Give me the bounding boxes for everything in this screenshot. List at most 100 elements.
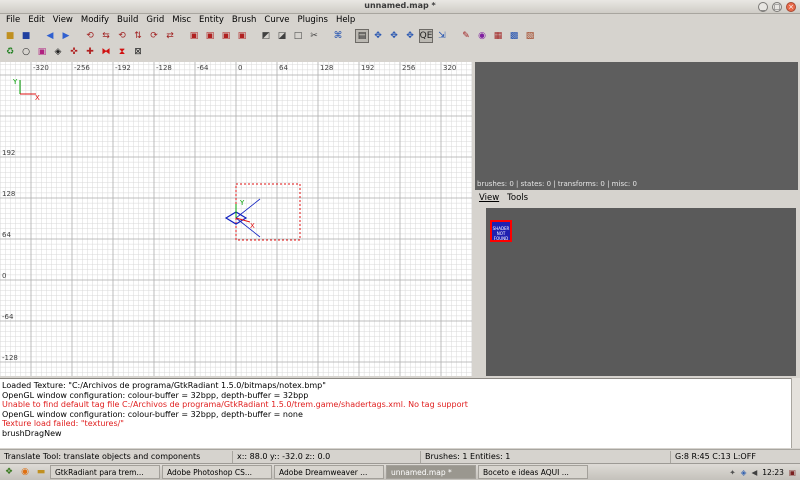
show-desktop-icon[interactable]: ▣ bbox=[789, 468, 796, 477]
flip-x-icon[interactable]: ⇆ bbox=[99, 29, 113, 43]
menu-brush[interactable]: Brush bbox=[228, 14, 261, 28]
clipper-icon[interactable]: ✂ bbox=[307, 29, 321, 43]
flip-z-icon[interactable]: ⇄ bbox=[163, 29, 177, 43]
scale-icon[interactable]: ⇲ bbox=[435, 29, 449, 43]
console-line: OpenGL window configuration: colour-buff… bbox=[2, 390, 309, 400]
network-icon[interactable]: ◈ bbox=[741, 468, 747, 477]
texture-panel-margin bbox=[475, 208, 486, 376]
drag-vertices-icon[interactable]: ✥ bbox=[371, 29, 385, 43]
camera-status-text: brushes: 0 | states: 0 | transforms: 0 |… bbox=[475, 180, 798, 190]
console-line: OpenGL window configuration: colour-buff… bbox=[2, 409, 303, 419]
y-tick-label: 0 bbox=[2, 272, 6, 280]
task-unnamed-map[interactable]: unnamed.map * bbox=[386, 465, 476, 479]
y-tick-label: 192 bbox=[2, 149, 15, 157]
menu-entity[interactable]: Entity bbox=[195, 14, 228, 28]
console-line-error: Texture load failed: "textures/" bbox=[2, 419, 124, 429]
pivot-y-label: Y bbox=[239, 199, 245, 207]
texture-thumbnail[interactable]: SHADER NOT FOUND bbox=[490, 220, 512, 242]
pivot-x-label: X bbox=[250, 222, 255, 230]
status-coords: x:: 88.0 y:: -32.0 z:: 0.0 bbox=[232, 450, 420, 463]
reset-icon[interactable]: ⊠ bbox=[131, 45, 145, 59]
x-tick-label: -192 bbox=[115, 64, 131, 72]
make-hollow-icon[interactable]: □ bbox=[291, 29, 305, 43]
flip-y-icon[interactable]: ⇅ bbox=[131, 29, 145, 43]
prefab-icon[interactable]: ▧ bbox=[523, 29, 537, 43]
drag-edges-icon[interactable]: ✥ bbox=[387, 29, 401, 43]
save-icon[interactable]: ■ bbox=[19, 29, 33, 43]
select-inside-icon[interactable]: ▣ bbox=[235, 29, 249, 43]
close-button[interactable]: × bbox=[786, 2, 796, 12]
y-tick-label: 128 bbox=[2, 190, 15, 198]
csg-merge-icon[interactable]: ◪ bbox=[275, 29, 289, 43]
minimize-button[interactable]: _ bbox=[758, 2, 768, 12]
task-boceto[interactable]: Boceto e ideas AQUI ... bbox=[478, 465, 588, 479]
status-grid: G:8 R:45 C:13 L:OFF bbox=[670, 450, 800, 463]
clock[interactable]: 12:23 bbox=[762, 468, 784, 477]
tools-icon[interactable]: ✦ bbox=[729, 468, 735, 477]
main-toolbar: ■ ■ ◀ ▶ ⟲ ⇆ ⟲ ⇅ ⟳ ⇄ ▣ ▣ ▣ ▣ ◩ ◪ □ ✂ ⌘ ▤ … bbox=[0, 28, 800, 44]
x-tick-label: 320 bbox=[443, 64, 456, 72]
mirror-x-icon[interactable]: ⧓ bbox=[99, 45, 113, 59]
xy-viewport[interactable]: -320 -256 -192 -128 -64 0 64 128 192 256 320 192 128… bbox=[0, 62, 472, 376]
selected-brush bbox=[235, 183, 301, 241]
grid-canvas[interactable]: -320 -256 -192 -128 -64 0 64 128 192 256 320 192 128… bbox=[0, 62, 472, 376]
crosshair-icon[interactable]: ✜ bbox=[67, 45, 81, 59]
texture-menu-view[interactable]: View bbox=[479, 193, 499, 207]
axis-indicator-x-label: X bbox=[35, 94, 40, 102]
x-tick-label: -128 bbox=[156, 64, 172, 72]
undo-icon[interactable]: ◀ bbox=[43, 29, 57, 43]
task-gtkradiant[interactable]: GtkRadiant para trem... bbox=[50, 465, 160, 479]
merge-patch-icon[interactable]: ✚ bbox=[83, 45, 97, 59]
menu-build[interactable]: Build bbox=[113, 14, 142, 28]
start-menu-icon[interactable]: ❖ bbox=[2, 465, 16, 479]
texture-browser[interactable]: SHADER NOT FOUND bbox=[486, 208, 796, 376]
x-tick-label: 0 bbox=[238, 64, 242, 72]
texture-view-icon[interactable]: ▤ bbox=[355, 29, 369, 43]
bob-toolz-icon[interactable]: ▣ bbox=[35, 45, 49, 59]
redo-icon[interactable]: ▶ bbox=[59, 29, 73, 43]
console-scrollbar[interactable] bbox=[791, 378, 800, 448]
rotate-x-icon[interactable]: ⟲ bbox=[83, 29, 97, 43]
folder-icon[interactable]: ▬ bbox=[34, 465, 48, 479]
rotate-y-icon[interactable]: ⟲ bbox=[115, 29, 129, 43]
mirror-y-icon[interactable]: ⧗ bbox=[115, 45, 129, 59]
console-line-error: Unable to find default tag file C:/Archi… bbox=[2, 400, 468, 410]
menu-edit[interactable]: Edit bbox=[24, 14, 48, 28]
task-dreamweaver[interactable]: Adobe Dreamweaver ... bbox=[274, 465, 384, 479]
menu-modify[interactable]: Modify bbox=[77, 14, 113, 28]
change-views-icon[interactable]: ⌘ bbox=[331, 29, 345, 43]
menu-view[interactable]: View bbox=[49, 14, 77, 28]
x-tick-label: 256 bbox=[402, 64, 416, 72]
console-log[interactable]: Loaded Texture: "C:/Archivos de programa… bbox=[0, 378, 800, 448]
select-partial-tall-icon[interactable]: ▣ bbox=[219, 29, 233, 43]
console-line: Loaded Texture: "C:/Archivos de programa… bbox=[2, 381, 326, 390]
shader-icon[interactable]: ◉ bbox=[475, 29, 489, 43]
y-tick-label: -128 bbox=[2, 354, 18, 362]
menu-misc[interactable]: Misc bbox=[168, 14, 195, 28]
select-touching-icon[interactable]: ▣ bbox=[203, 29, 217, 43]
texture-lock-icon[interactable]: ▦ bbox=[491, 29, 505, 43]
browser-icon[interactable]: ◉ bbox=[18, 465, 32, 479]
split-icon[interactable]: ◈ bbox=[51, 45, 65, 59]
camera-viewport[interactable] bbox=[475, 62, 798, 190]
entity-icon[interactable]: ▩ bbox=[507, 29, 521, 43]
y-tick-label: -64 bbox=[2, 313, 14, 321]
rotate-z-icon[interactable]: ⟳ bbox=[147, 29, 161, 43]
refresh-icon[interactable]: ♻ bbox=[3, 45, 17, 59]
volume-icon[interactable]: ◀ bbox=[752, 468, 758, 477]
menu-curve[interactable]: Curve bbox=[260, 14, 293, 28]
menu-grid[interactable]: Grid bbox=[142, 14, 168, 28]
drag-faces-icon[interactable]: ✥ bbox=[403, 29, 417, 43]
csg-subtract-icon[interactable]: ◩ bbox=[259, 29, 273, 43]
maximize-button[interactable]: □ bbox=[772, 2, 782, 12]
task-photoshop[interactable]: Adobe Photoshop CS... bbox=[162, 465, 272, 479]
quick-edit-icon[interactable]: QE bbox=[419, 29, 433, 43]
menu-plugins[interactable]: Plugins bbox=[293, 14, 331, 28]
select-complete-tall-icon[interactable]: ▣ bbox=[187, 29, 201, 43]
circle-icon[interactable]: ○ bbox=[19, 45, 33, 59]
texture-menu-tools[interactable]: Tools bbox=[507, 193, 528, 207]
menu-help[interactable]: Help bbox=[332, 14, 359, 28]
patch-inspector-icon[interactable]: ✎ bbox=[459, 29, 473, 43]
menu-file[interactable]: File bbox=[2, 14, 24, 28]
open-icon[interactable]: ■ bbox=[3, 29, 17, 43]
